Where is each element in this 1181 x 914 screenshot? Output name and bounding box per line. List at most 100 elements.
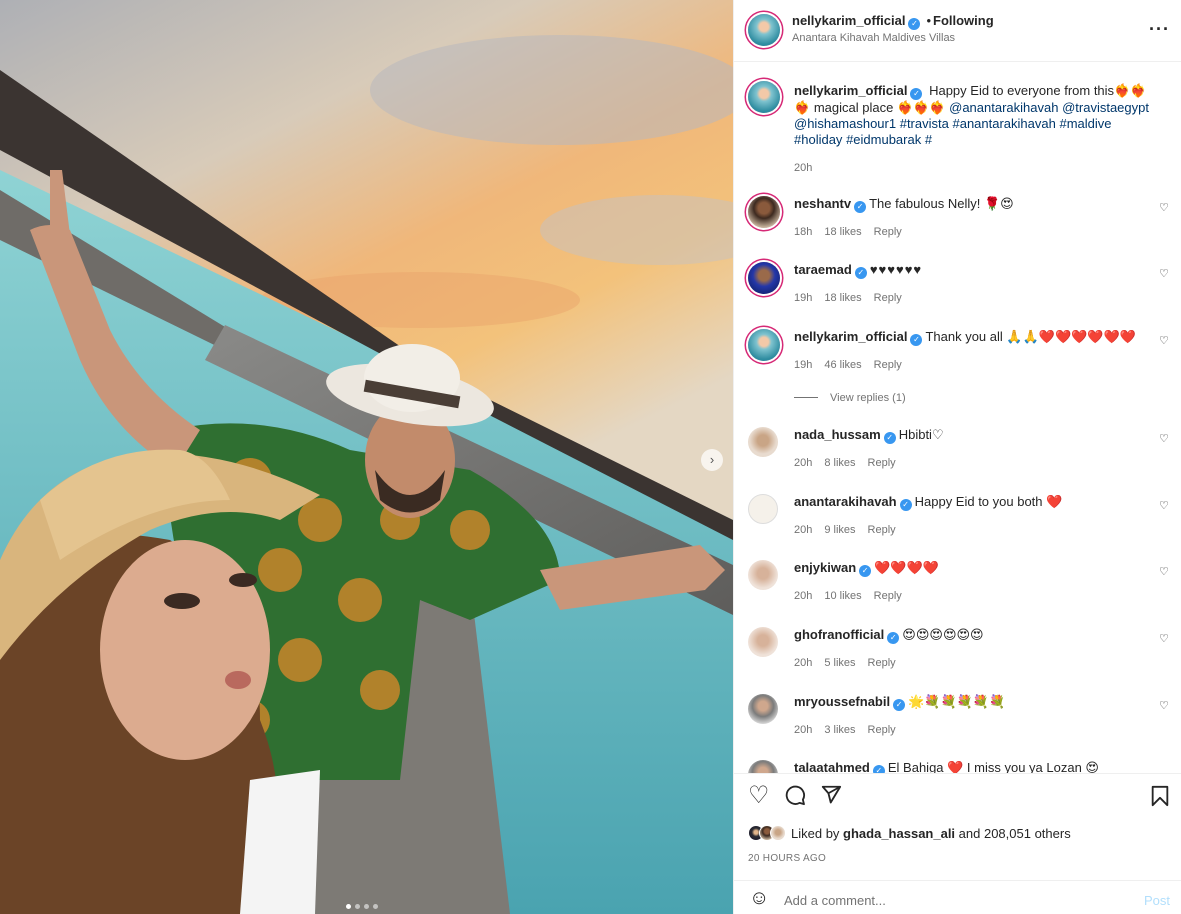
- comment-time[interactable]: 20h: [794, 724, 812, 736]
- comment-input[interactable]: [784, 889, 1124, 911]
- comment-likes[interactable]: 3 likes: [824, 724, 855, 736]
- author-username[interactable]: nellykarim_official: [792, 13, 905, 28]
- following-button[interactable]: Following: [933, 13, 994, 28]
- comment-username[interactable]: mryoussefnabil: [794, 694, 890, 709]
- comment-likes[interactable]: 18 likes: [824, 292, 861, 304]
- verified-badge-icon: ✓: [908, 18, 921, 30]
- reply-button[interactable]: Reply: [874, 226, 902, 238]
- post-comment-button[interactable]: Post: [1144, 893, 1170, 908]
- caption-time[interactable]: 20h: [794, 160, 1154, 176]
- smiley-icon[interactable]: ☺: [749, 888, 769, 908]
- comment-text: Happy Eid to you both ❤️: [914, 494, 1063, 509]
- comment-username[interactable]: nellykarim_official: [794, 329, 907, 344]
- caption-author-avatar[interactable]: [748, 81, 780, 113]
- comment-like-heart-icon[interactable]: ♡: [1159, 699, 1169, 712]
- comment-time[interactable]: 20h: [794, 457, 812, 469]
- comment-username[interactable]: enjykiwan: [794, 560, 856, 575]
- comment-like-heart-icon[interactable]: ♡: [1159, 334, 1169, 347]
- post-timestamp[interactable]: 20 HOURS AGO: [748, 853, 826, 864]
- hashtag-link[interactable]: #anantarakihavah: [952, 116, 1055, 131]
- hashtag-link[interactable]: #maldive: [1059, 116, 1111, 131]
- comment-likes[interactable]: 10 likes: [824, 590, 861, 602]
- comment-username[interactable]: neshantv: [794, 196, 851, 211]
- verified-badge-icon: ✓: [893, 699, 906, 711]
- comment-username[interactable]: ghofranofficial: [794, 627, 884, 642]
- commenter-avatar[interactable]: [748, 627, 778, 657]
- mention-link[interactable]: @travistaegypt: [1062, 100, 1149, 115]
- comment-like-heart-icon[interactable]: ♡: [1159, 432, 1169, 445]
- commenter-avatar[interactable]: [748, 760, 778, 773]
- reply-button[interactable]: Reply: [868, 724, 896, 736]
- reply-button[interactable]: Reply: [868, 657, 896, 669]
- commenter-avatar[interactable]: [748, 494, 778, 524]
- comment-time[interactable]: 20h: [794, 524, 812, 536]
- commenter-avatar[interactable]: [748, 262, 780, 294]
- comment-time[interactable]: 20h: [794, 657, 812, 669]
- post-location[interactable]: Anantara Kihavah Maldives Villas: [792, 32, 955, 44]
- comment-time[interactable]: 19h: [794, 292, 812, 304]
- comment-like-heart-icon[interactable]: ♡: [1159, 267, 1169, 280]
- comment-likes[interactable]: 9 likes: [824, 524, 855, 536]
- reply-button[interactable]: Reply: [874, 292, 902, 304]
- reply-button[interactable]: Reply: [868, 457, 896, 469]
- comment-like-heart-icon[interactable]: ♡: [1159, 565, 1169, 578]
- comment-like-heart-icon[interactable]: ♡: [1159, 632, 1169, 645]
- liker-avatar[interactable]: [770, 825, 786, 841]
- post-header: nellykarim_official ✓ • Following Anantara …: [734, 0, 1181, 62]
- comment-username[interactable]: talaatahmed: [794, 760, 870, 773]
- hashtag-link[interactable]: #holiday: [794, 132, 842, 147]
- hashtag-link[interactable]: #travista: [900, 116, 949, 131]
- author-avatar[interactable]: [748, 14, 780, 46]
- comment-username[interactable]: nada_hussam: [794, 427, 881, 442]
- commenter-avatar[interactable]: [748, 560, 778, 590]
- liked-by-user[interactable]: ghada_hassan_ali: [843, 826, 955, 841]
- comment-time[interactable]: 20h: [794, 590, 812, 602]
- reply-button[interactable]: Reply: [874, 590, 902, 602]
- comment-text: ♥♥♥♥♥♥: [869, 262, 923, 277]
- more-options-icon[interactable]: ···: [1149, 19, 1170, 40]
- reply-button[interactable]: Reply: [874, 359, 902, 371]
- comments-list[interactable]: nellykarim_official ✓ Happy Eid to everyo…: [734, 63, 1181, 773]
- comment-time[interactable]: 19h: [794, 359, 812, 371]
- comment-likes[interactable]: 46 likes: [824, 359, 861, 371]
- comment-like-heart-icon[interactable]: ♡: [1159, 201, 1169, 214]
- commenter-avatar[interactable]: [748, 329, 780, 361]
- post-actions: ♡ Liked by ghada_hassan_ali and 208,051 …: [734, 773, 1181, 880]
- mention-link[interactable]: @hishamashour1: [794, 116, 896, 131]
- mention-link[interactable]: @anantarakihavah: [949, 100, 1058, 115]
- heart-icon[interactable]: ♡: [748, 784, 770, 808]
- post-photo[interactable]: ›: [0, 0, 733, 914]
- bookmark-icon[interactable]: [1150, 785, 1170, 812]
- comment-time[interactable]: 18h: [794, 226, 812, 238]
- comment-username[interactable]: anantarakihavah: [794, 494, 897, 509]
- comment-meta: 20h 9 likes Reply: [794, 524, 896, 536]
- caption-username[interactable]: nellykarim_official: [794, 83, 907, 98]
- comment-body: anantarakihavah ✓ Happy Eid to you both ❤️: [794, 494, 1062, 511]
- commenter-avatar[interactable]: [748, 694, 778, 724]
- comment-bubble-icon[interactable]: [784, 784, 806, 811]
- verified-badge-icon: ✓: [883, 432, 896, 444]
- carousel-dot: [373, 904, 378, 909]
- comment-like-heart-icon[interactable]: ♡: [1159, 499, 1169, 512]
- carousel-next-button[interactable]: ›: [701, 449, 723, 471]
- comment-likes[interactable]: 18 likes: [824, 226, 861, 238]
- commenter-avatar[interactable]: [748, 196, 780, 228]
- hashtag-link[interactable]: #eidmubarak: [846, 132, 921, 147]
- comment-body: talaatahmed ✓ El Bahiga ❤️ I miss you ya L…: [794, 760, 1099, 773]
- comment-likes[interactable]: 8 likes: [824, 457, 855, 469]
- verified-badge-icon: ✓: [854, 267, 867, 279]
- hashtag-link[interactable]: #: [925, 132, 932, 147]
- comment-item: enjykiwan ✓ ❤️❤️❤️❤️ 20h 10 likes Reply ♡: [734, 560, 1181, 620]
- verified-badge-icon: ✓: [887, 632, 900, 644]
- commenter-avatar[interactable]: [748, 427, 778, 457]
- comment-likes[interactable]: 5 likes: [824, 657, 855, 669]
- comment-body: enjykiwan ✓ ❤️❤️❤️❤️: [794, 560, 939, 577]
- paper-plane-icon[interactable]: [820, 784, 842, 811]
- comment-body: nada_hussam ✓ Hbibti♡: [794, 427, 944, 444]
- reply-button[interactable]: Reply: [868, 524, 896, 536]
- liked-by-text: Liked by ghada_hassan_ali and 208,051 ot…: [791, 826, 1071, 841]
- carousel-dots: [346, 904, 378, 909]
- view-replies-button[interactable]: View replies (1): [794, 392, 906, 404]
- likes-count[interactable]: and 208,051 others: [959, 826, 1071, 841]
- comment-username[interactable]: taraemad: [794, 262, 852, 277]
